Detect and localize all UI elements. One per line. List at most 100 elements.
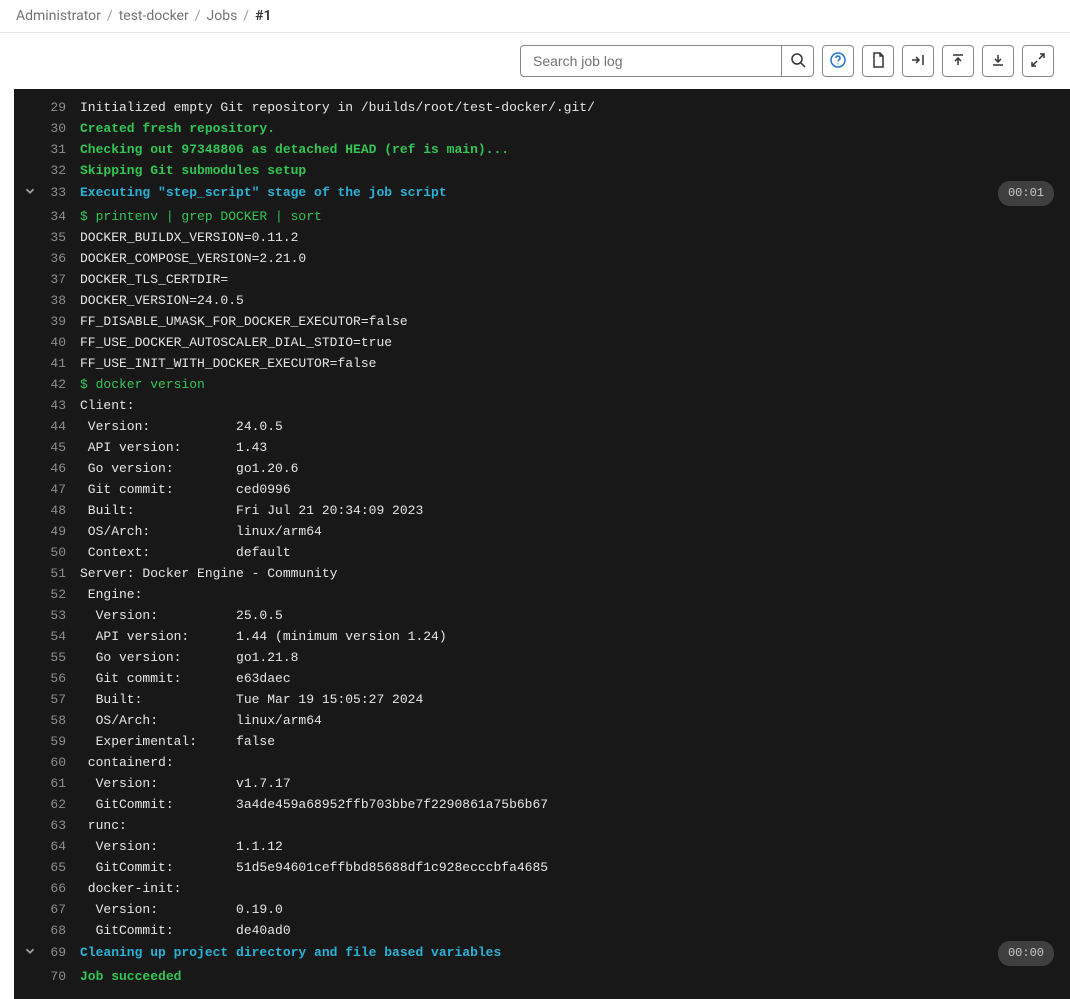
line-number[interactable]: 64 [22, 836, 80, 857]
line-number[interactable]: 50 [22, 542, 80, 563]
line-number[interactable]: 37 [22, 269, 80, 290]
line-number[interactable]: 43 [22, 395, 80, 416]
line-content: Skipping Git submodules setup [80, 160, 1062, 181]
line-content: Version: 25.0.5 [80, 605, 1062, 626]
log-line: 57 Built: Tue Mar 19 15:05:27 2024 [14, 689, 1070, 710]
scroll-to-bottom-button[interactable] [982, 45, 1014, 77]
breadcrumb: Administrator/test-docker/Jobs/#1 [0, 0, 1070, 33]
log-line: 46 Go version: go1.20.6 [14, 458, 1070, 479]
log-line: 63 runc: [14, 815, 1070, 836]
raw-log-button[interactable] [862, 45, 894, 77]
job-log: 29Initialized empty Git repository in /b… [14, 89, 1070, 999]
line-number[interactable]: 57 [22, 689, 80, 710]
log-line: 30Created fresh repository. [14, 118, 1070, 139]
line-content: Server: Docker Engine - Community [80, 563, 1062, 584]
line-content: containerd: [80, 752, 1062, 773]
log-line: 31Checking out 97348806 as detached HEAD… [14, 139, 1070, 160]
line-number[interactable]: 52 [22, 584, 80, 605]
section-duration: 00:00 [998, 941, 1054, 966]
line-number[interactable]: 46 [22, 458, 80, 479]
line-number[interactable]: 61 [22, 773, 80, 794]
breadcrumb-link[interactable]: Administrator [16, 8, 101, 24]
line-number[interactable]: 68 [22, 920, 80, 941]
line-content: $ docker version [80, 374, 1062, 395]
line-number[interactable]: 48 [22, 500, 80, 521]
line-content: Context: default [80, 542, 1062, 563]
log-line: 56 Git commit: e63daec [14, 668, 1070, 689]
breadcrumb-link[interactable]: test-docker [119, 8, 189, 24]
line-number[interactable]: 55 [22, 647, 80, 668]
line-number[interactable]: 62 [22, 794, 80, 815]
log-line: 51Server: Docker Engine - Community [14, 563, 1070, 584]
breadcrumb-link[interactable]: Jobs [207, 8, 238, 24]
line-number[interactable]: 41 [22, 353, 80, 374]
chevron-down-icon[interactable] [22, 183, 38, 199]
scroll-to-next-failure-button[interactable] [902, 45, 934, 77]
breadcrumb-separator: / [195, 8, 201, 24]
search-button[interactable] [782, 45, 814, 77]
line-number[interactable]: 38 [22, 290, 80, 311]
line-content: Engine: [80, 584, 1062, 605]
arrow-right-to-line-icon [910, 52, 926, 71]
log-line: 48 Built: Fri Jul 21 20:34:09 2023 [14, 500, 1070, 521]
line-number[interactable]: 45 [22, 437, 80, 458]
line-number[interactable]: 53 [22, 605, 80, 626]
line-number[interactable]: 44 [22, 416, 80, 437]
line-content: GitCommit: de40ad0 [80, 920, 1062, 941]
line-number[interactable]: 35 [22, 227, 80, 248]
line-number[interactable]: 29 [22, 97, 80, 118]
line-number[interactable]: 51 [22, 563, 80, 584]
line-number[interactable]: 58 [22, 710, 80, 731]
line-number[interactable]: 54 [22, 626, 80, 647]
line-number[interactable]: 66 [22, 878, 80, 899]
question-circle-icon [830, 52, 846, 71]
log-line: 44 Version: 24.0.5 [14, 416, 1070, 437]
line-content: Cleaning up project directory and file b… [80, 942, 998, 963]
log-line: 45 API version: 1.43 [14, 437, 1070, 458]
line-number[interactable]: 30 [22, 118, 80, 139]
line-number[interactable]: 42 [22, 374, 80, 395]
line-content: $ printenv | grep DOCKER | sort [80, 206, 1062, 227]
log-line: 36DOCKER_COMPOSE_VERSION=2.21.0 [14, 248, 1070, 269]
line-number[interactable]: 32 [22, 160, 80, 181]
line-number[interactable]: 59 [22, 731, 80, 752]
log-line: 61 Version: v1.7.17 [14, 773, 1070, 794]
breadcrumb-current: #1 [255, 8, 271, 24]
log-line: 53 Version: 25.0.5 [14, 605, 1070, 626]
log-line: 43Client: [14, 395, 1070, 416]
line-content: Created fresh repository. [80, 118, 1062, 139]
chevron-down-icon[interactable] [22, 943, 38, 959]
line-number[interactable]: 49 [22, 521, 80, 542]
line-content: Version: 1.1.12 [80, 836, 1062, 857]
line-number[interactable]: 67 [22, 899, 80, 920]
line-number[interactable]: 36 [22, 248, 80, 269]
arrow-up-to-line-icon [950, 52, 966, 71]
line-number[interactable]: 31 [22, 139, 80, 160]
line-number[interactable]: 40 [22, 332, 80, 353]
line-number[interactable]: 47 [22, 479, 80, 500]
line-number[interactable]: 34 [22, 206, 80, 227]
search-input[interactable] [520, 45, 782, 77]
line-number[interactable]: 39 [22, 311, 80, 332]
line-content: Job succeeded [80, 966, 1062, 987]
line-number[interactable]: 56 [22, 668, 80, 689]
line-number[interactable]: 63 [22, 815, 80, 836]
line-number[interactable]: 65 [22, 857, 80, 878]
line-number[interactable]: 60 [22, 752, 80, 773]
log-line: 40FF_USE_DOCKER_AUTOSCALER_DIAL_STDIO=tr… [14, 332, 1070, 353]
line-content: FF_USE_DOCKER_AUTOSCALER_DIAL_STDIO=true [80, 332, 1062, 353]
arrow-down-to-line-icon [990, 52, 1006, 71]
breadcrumb-separator: / [243, 8, 249, 24]
line-content: API version: 1.44 (minimum version 1.24) [80, 626, 1062, 647]
log-line: 64 Version: 1.1.12 [14, 836, 1070, 857]
line-content: DOCKER_TLS_CERTDIR= [80, 269, 1062, 290]
scroll-to-top-button[interactable] [942, 45, 974, 77]
log-line: 37DOCKER_TLS_CERTDIR= [14, 269, 1070, 290]
line-content: FF_DISABLE_UMASK_FOR_DOCKER_EXECUTOR=fal… [80, 311, 1062, 332]
fullscreen-button[interactable] [1022, 45, 1054, 77]
line-number[interactable]: 70 [22, 966, 80, 987]
log-line: 65 GitCommit: 51d5e94601ceffbbd85688df1c… [14, 857, 1070, 878]
line-content: Git commit: ced0996 [80, 479, 1062, 500]
help-button[interactable] [822, 45, 854, 77]
log-line: 39FF_DISABLE_UMASK_FOR_DOCKER_EXECUTOR=f… [14, 311, 1070, 332]
